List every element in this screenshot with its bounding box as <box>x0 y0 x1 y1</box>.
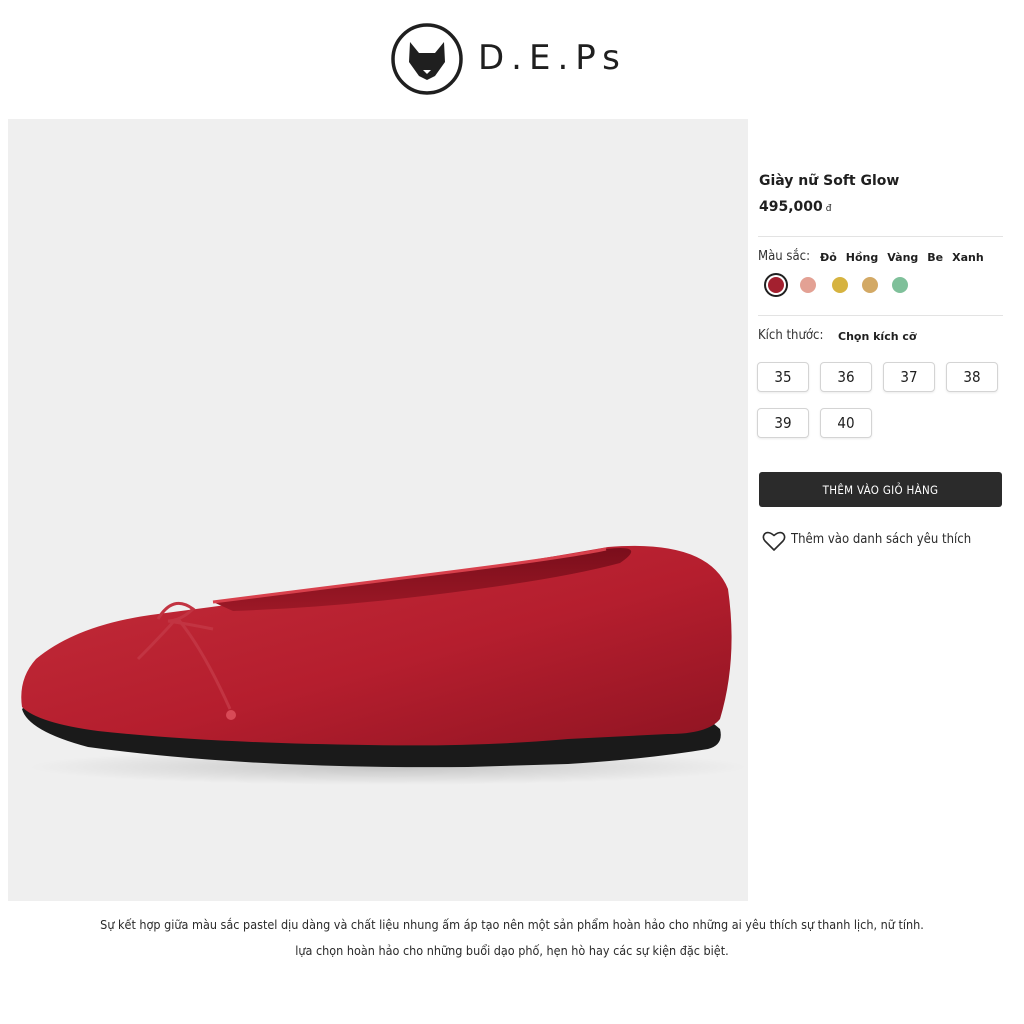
fox-head-icon[interactable] <box>390 22 464 96</box>
price-value: 495,000 <box>759 199 823 215</box>
swatch-be[interactable] <box>862 277 878 293</box>
product-info-panel: Giày nữ Soft Glow 495,000 đ Màu sắc: Đỏ Hồ… <box>757 0 1004 600</box>
size-button-40[interactable]: 40 <box>820 408 872 438</box>
price-currency: đ <box>825 204 832 214</box>
color-name-be: Be <box>927 251 944 264</box>
size-button-36[interactable]: 36 <box>820 362 872 392</box>
wishlist-label: Thêm vào danh sách yêu thích <box>791 532 972 547</box>
product-price: 495,000 đ <box>759 199 831 215</box>
description-line: Sự kết hợp giữa màu sắc pastel dịu dàng … <box>100 917 924 932</box>
swatch-vang[interactable] <box>832 277 848 293</box>
heart-outline-icon <box>762 531 786 551</box>
color-names: Đỏ Hồng Vàng Be Xanh <box>820 251 993 264</box>
red-velvet-ballet-flat <box>21 545 748 785</box>
description-line: lựa chọn hoàn hảo cho những buổi dạo phố… <box>295 943 729 958</box>
size-button-38[interactable]: 38 <box>946 362 998 392</box>
size-button-39[interactable]: 39 <box>757 408 809 438</box>
color-name-xanh: Xanh <box>952 251 984 264</box>
size-button-37[interactable]: 37 <box>883 362 935 392</box>
divider <box>758 315 1003 316</box>
size-label: Kích thước: <box>758 328 824 343</box>
color-name-hong: Hồng <box>845 251 879 264</box>
brand-name[interactable]: D.E.Ps <box>478 38 627 78</box>
product-name: Giày nữ Soft Glow <box>759 173 900 189</box>
color-name-vang: Vàng <box>887 251 919 264</box>
size-hint: Chọn kích cỡ <box>838 330 917 343</box>
size-button-35[interactable]: 35 <box>757 362 809 392</box>
swatch-xanh[interactable] <box>892 277 908 293</box>
add-to-cart-button[interactable]: THÊM VÀO GIỎ HÀNG <box>759 472 1002 507</box>
divider <box>758 236 1003 237</box>
product-image <box>8 119 748 901</box>
color-label: Màu sắc: <box>758 249 811 264</box>
color-name-do: Đỏ <box>820 251 837 264</box>
swatch-hong[interactable] <box>800 277 816 293</box>
product-description: Sự kết hợp giữa màu sắc pastel dịu dàng … <box>0 912 1024 964</box>
swatch-do[interactable] <box>768 277 784 293</box>
